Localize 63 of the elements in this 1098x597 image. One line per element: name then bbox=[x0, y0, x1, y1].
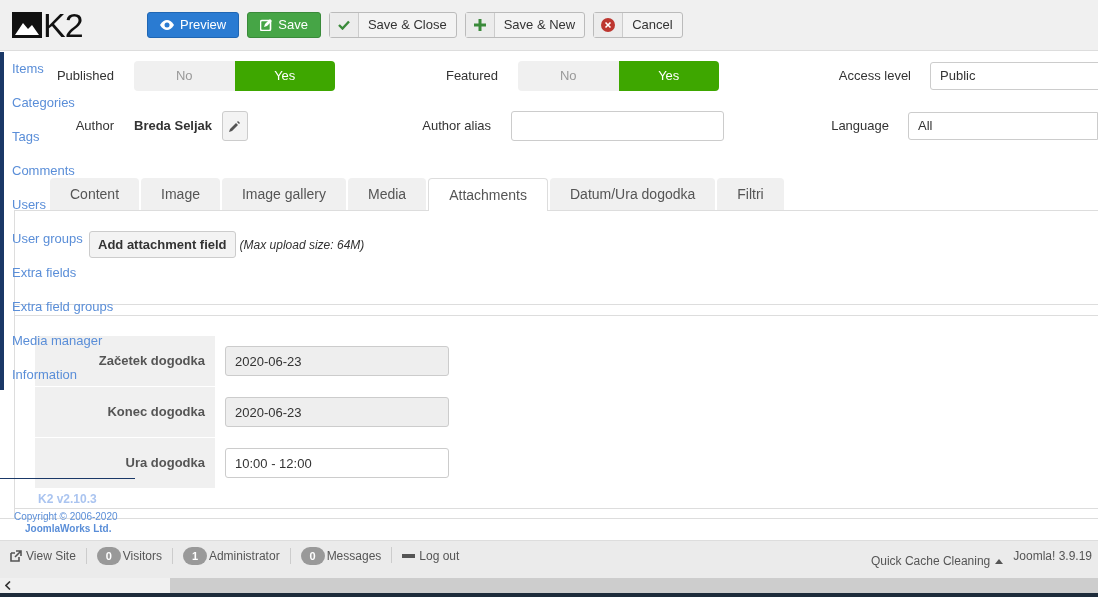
status-link[interactable]: Messages bbox=[326, 547, 382, 565]
tab[interactable]: Image bbox=[141, 178, 220, 210]
extra-field-label: Konec dogodka bbox=[35, 387, 215, 437]
check-icon bbox=[337, 20, 350, 30]
sidebar-link[interactable]: Tags bbox=[12, 129, 40, 144]
edit-button[interactable] bbox=[221, 111, 248, 141]
tab[interactable]: Attachments bbox=[428, 178, 548, 211]
sidebar-link[interactable]: User groups bbox=[12, 231, 83, 246]
toolbar-button[interactable]: Save & New bbox=[464, 12, 586, 38]
input-field[interactable]: 10:00 - 12:00 bbox=[225, 448, 449, 478]
toolbar-button[interactable]: Save & Close bbox=[328, 12, 457, 38]
extra-field-label: Ura dogodka bbox=[35, 438, 215, 488]
upload-note: (Max upload size: 64M) bbox=[239, 237, 365, 254]
k2-version: K2 v2.10.3 bbox=[38, 491, 97, 508]
field-label: Access level bbox=[838, 67, 911, 86]
count-badge: 0 bbox=[96, 547, 121, 565]
count-badge: 1 bbox=[182, 547, 207, 565]
scroll-left-icon[interactable] bbox=[5, 581, 11, 590]
logo-icon bbox=[12, 12, 42, 38]
sidebar-link[interactable]: Comments bbox=[12, 163, 75, 178]
tab[interactable]: Content bbox=[50, 178, 140, 210]
add-attachment-button[interactable]: Add attachment field bbox=[89, 231, 236, 258]
pencil-icon bbox=[229, 120, 241, 132]
sidebar-link[interactable]: Categories bbox=[12, 95, 75, 110]
status-link[interactable]: Administrator bbox=[208, 547, 280, 565]
toolbar-button[interactable]: Preview bbox=[147, 12, 240, 38]
caret-up-icon bbox=[995, 558, 1004, 564]
tab[interactable]: Datum/Ura dogodka bbox=[550, 178, 716, 210]
input-field[interactable] bbox=[511, 111, 724, 141]
tab[interactable]: Filtri bbox=[717, 178, 784, 210]
sidebar-link[interactable]: Media manager bbox=[12, 333, 103, 348]
quick-cache-button[interactable]: Quick Cache Cleaning bbox=[870, 552, 1004, 570]
author-name: Breda Seljak bbox=[134, 117, 214, 136]
minus-icon bbox=[402, 554, 416, 558]
logo[interactable]: K2 bbox=[43, 8, 83, 42]
view-site-link[interactable]: View Site bbox=[10, 547, 76, 565]
external-link-icon bbox=[10, 550, 22, 562]
field-label: Language bbox=[831, 117, 889, 136]
select-field[interactable]: All bbox=[908, 112, 1098, 140]
joomla-version: Joomla! 3.9.19 bbox=[1013, 548, 1092, 565]
copyright-text: Copyright © 2006-2020 bbox=[14, 510, 118, 524]
tab[interactable]: Image gallery bbox=[221, 178, 346, 210]
sidebar-link[interactable]: Items bbox=[12, 61, 44, 76]
company-name: JoomlaWorks Ltd. bbox=[25, 522, 112, 536]
field-label: Author bbox=[75, 117, 114, 136]
sidebar-link[interactable]: Users bbox=[12, 197, 46, 212]
status-link[interactable]: Visitors bbox=[122, 547, 162, 565]
sidebar-link[interactable]: Extra field groups bbox=[12, 299, 114, 314]
toolbar-button[interactable]: Cancel bbox=[593, 12, 683, 38]
close-icon bbox=[601, 18, 616, 32]
edit-icon bbox=[260, 19, 273, 31]
horizontal-scrollbar[interactable] bbox=[0, 578, 1098, 593]
field-label: Author alias bbox=[422, 117, 491, 136]
field-label: Featured bbox=[445, 67, 498, 86]
scrollbar-thumb[interactable] bbox=[170, 578, 1098, 593]
sidebar-link[interactable]: Extra fields bbox=[12, 265, 77, 280]
tab[interactable]: Media bbox=[348, 178, 427, 210]
field-label: Published bbox=[56, 67, 114, 86]
select-field[interactable]: Public bbox=[930, 62, 1098, 90]
eye-icon bbox=[160, 20, 174, 30]
log-out-link[interactable]: Log out bbox=[402, 547, 460, 565]
plus-icon bbox=[473, 19, 486, 31]
count-badge: 0 bbox=[300, 547, 325, 565]
